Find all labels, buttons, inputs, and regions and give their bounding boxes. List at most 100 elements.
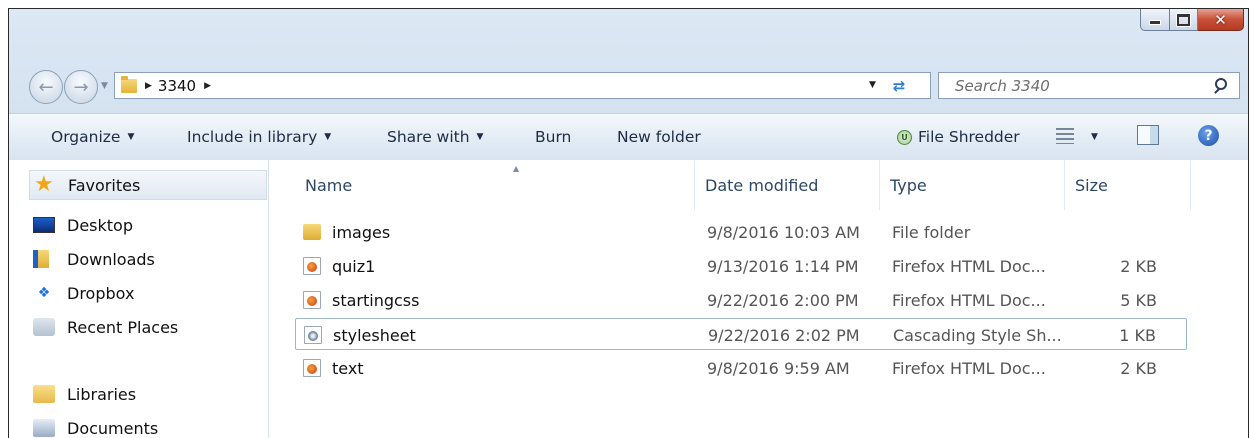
column-header-label: Type (890, 175, 927, 195)
file-name: text (332, 358, 364, 378)
column-header-label: Name (305, 175, 353, 195)
type-cell: File folder (892, 222, 971, 242)
file-shredder-button[interactable]: U File Shredder (897, 114, 1020, 160)
maximize-icon (1177, 13, 1190, 26)
nav-item-label: Libraries (67, 384, 137, 404)
file-list: Name ▲ Date modified Type Size images 9/… (269, 160, 1248, 438)
breadcrumb-3340[interactable]: 3340 (158, 77, 196, 95)
date-modified-cell: 9/22/2016 2:02 PM (708, 325, 860, 345)
type-cell: Cascading Style Sh... (893, 325, 1062, 345)
breadcrumb-separator-icon[interactable]: ▶ (204, 81, 211, 91)
nav-item-label: Recent Places (67, 317, 179, 337)
search-icon[interactable] (1211, 75, 1233, 97)
file-name-cell: quiz1 (303, 250, 375, 282)
view-options-chevron-icon[interactable]: ▼ (1091, 132, 1098, 142)
organize-label: Organize (51, 128, 121, 146)
address-dropdown-icon[interactable]: ▼ (869, 80, 876, 90)
include-in-library-button[interactable]: Include in library ▼ (187, 114, 331, 160)
sort-ascending-icon: ▲ (513, 164, 520, 173)
new-folder-label: New folder (617, 128, 701, 146)
table-row[interactable]: startingcss 9/22/2016 2:00 PM Firefox HT… (295, 284, 1187, 316)
file-name-cell: startingcss (303, 284, 419, 316)
file-name: quiz1 (332, 256, 376, 276)
back-button[interactable]: ← (29, 70, 63, 104)
file-name-cell: images (303, 216, 390, 248)
star-icon: ★ (34, 172, 54, 197)
column-header-size[interactable]: Size (1065, 160, 1191, 210)
content-area: ★ Favorites Desktop Downloads ❖ Dropbox … (9, 160, 1248, 438)
dropbox-icon: ❖ (37, 285, 51, 301)
firefox-html-icon (303, 359, 321, 377)
column-header-type[interactable]: Type (880, 160, 1065, 210)
close-icon: ✕ (1214, 10, 1227, 29)
address-bar[interactable]: ▶ 3340 ▶ (114, 72, 931, 99)
size-cell: 5 KB (1120, 290, 1157, 310)
date-modified-cell: 9/13/2016 1:14 PM (707, 256, 859, 276)
column-header-name[interactable]: Name ▲ (295, 160, 695, 210)
nav-item-libraries[interactable]: Libraries (33, 379, 136, 409)
minimize-button[interactable] (1140, 9, 1170, 31)
chevron-down-icon: ▼ (127, 132, 135, 142)
column-header-date-modified[interactable]: Date modified (695, 160, 880, 210)
command-bar: Organize ▼ Include in library ▼ Share with… (9, 113, 1248, 161)
libraries-icon (33, 385, 55, 403)
nav-item-dropbox[interactable]: ❖ Dropbox (33, 278, 135, 308)
file-name: startingcss (332, 290, 420, 310)
file-shredder-icon: U (897, 129, 912, 145)
table-row[interactable]: images 9/8/2016 10:03 AM File folder (295, 216, 1187, 248)
preview-pane-icon[interactable] (1137, 125, 1159, 145)
firefox-html-icon (303, 291, 321, 309)
type-cell: Firefox HTML Doc... (892, 256, 1046, 276)
explorer-window: ✕ ← → ▼ ▶ 3340 ▶ ▼ ⇄ Organize ▼ Include i… (8, 8, 1249, 438)
nav-item-label: Dropbox (67, 283, 135, 303)
search-input[interactable] (953, 73, 1211, 98)
nav-item-documents[interactable]: Documents (33, 413, 158, 438)
burn-label: Burn (535, 128, 572, 146)
share-with-button[interactable]: Share with ▼ (387, 114, 483, 160)
type-cell: Firefox HTML Doc... (892, 290, 1046, 310)
help-icon[interactable]: ? (1198, 125, 1219, 146)
chevron-down-icon: ▼ (324, 132, 332, 142)
table-row[interactable]: text 9/8/2016 9:59 AM Firefox HTML Doc..… (295, 352, 1187, 384)
date-modified-cell: 9/8/2016 9:59 AM (707, 358, 850, 378)
back-arrow-icon: ← (38, 76, 54, 98)
file-shredder-label: File Shredder (918, 128, 1020, 146)
chevron-down-icon: ▼ (476, 132, 484, 142)
nav-item-desktop[interactable]: Desktop (33, 210, 133, 240)
address-row: ← → ▼ ▶ 3340 ▶ ▼ ⇄ (9, 67, 1248, 107)
nav-item-favorites[interactable]: ★ Favorites (29, 170, 267, 200)
file-name: stylesheet (333, 325, 416, 345)
desktop-icon (33, 217, 55, 233)
recent-pages-dropdown[interactable]: ▼ (101, 81, 108, 91)
forward-button[interactable]: → (64, 70, 98, 104)
file-name: images (332, 222, 391, 242)
organize-button[interactable]: Organize ▼ (51, 114, 134, 160)
refresh-button[interactable]: ⇄ (887, 72, 911, 99)
css-file-icon (304, 326, 322, 344)
new-folder-button[interactable]: New folder (617, 114, 701, 160)
window-controls: ✕ (1140, 9, 1244, 31)
table-row-selected[interactable]: stylesheet 9/22/2016 2:02 PM Cascading S… (295, 318, 1187, 350)
minimize-icon (1149, 20, 1161, 25)
file-name-cell: text (303, 352, 364, 384)
change-view-icon[interactable] (1056, 128, 1074, 144)
maximize-button[interactable] (1170, 9, 1198, 31)
search-box[interactable] (938, 72, 1240, 99)
firefox-html-icon (303, 257, 321, 275)
navigation-pane: ★ Favorites Desktop Downloads ❖ Dropbox … (9, 160, 269, 438)
table-row[interactable]: quiz1 9/13/2016 1:14 PM Firefox HTML Doc… (295, 250, 1187, 282)
nav-item-label: Favorites (68, 175, 141, 195)
file-name-cell: stylesheet (304, 319, 416, 351)
nav-item-label: Downloads (67, 249, 155, 269)
share-with-label: Share with (387, 128, 470, 146)
downloads-icon (33, 250, 49, 268)
include-in-library-label: Include in library (187, 128, 318, 146)
nav-item-downloads[interactable]: Downloads (33, 244, 155, 274)
refresh-icon: ⇄ (892, 76, 906, 95)
documents-icon (33, 419, 55, 437)
close-button[interactable]: ✕ (1198, 9, 1244, 31)
nav-item-recent-places[interactable]: Recent Places (33, 312, 178, 342)
breadcrumb-separator-icon[interactable]: ▶ (145, 81, 152, 91)
recent-places-icon (33, 318, 55, 336)
burn-button[interactable]: Burn (535, 114, 571, 160)
